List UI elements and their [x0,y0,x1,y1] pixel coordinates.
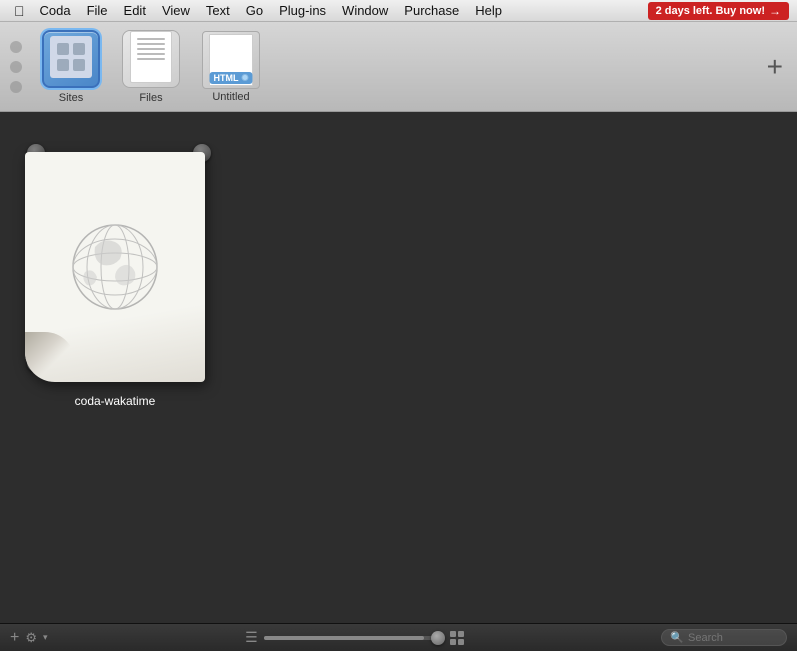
html-badge: HTML [210,72,253,84]
traffic-light-expand [10,81,22,93]
grid-cell-3 [450,639,456,645]
menu-text[interactable]: Text [199,2,237,19]
grid-view-icon[interactable] [450,631,464,645]
plugin-item[interactable]: coda-wakatime [40,142,190,408]
grid-cell-2 [458,631,464,637]
plugin-name-label: coda-wakatime [75,394,156,408]
tab-untitled[interactable]: HTML Untitled [196,31,266,103]
menu-file[interactable]: File [80,2,115,19]
toolbar: Sites Files HTML Untitled + [0,22,797,112]
menu-help[interactable]: Help [468,2,509,19]
bottom-bar: + ⚙ ▾ ☰ 🔍 [0,623,797,651]
bottom-list-icon[interactable]: ☰ [245,629,258,646]
files-line-3 [137,48,165,50]
bottom-add-button[interactable]: + [10,630,19,646]
sites-grid-svg [56,42,86,72]
bottom-center-controls: ☰ [54,629,656,646]
menu-coda[interactable]: Coda [33,2,78,19]
files-line-2 [137,43,165,45]
traffic-lights [10,41,22,93]
html-close-dot [242,74,249,81]
menu-edit[interactable]: Edit [117,2,153,19]
bottom-gear-button[interactable]: ⚙ [25,630,37,646]
files-tab-label: Files [139,92,162,104]
zoom-slider-thumb[interactable] [431,631,445,645]
trial-text: 2 days left. Buy now! [656,5,765,17]
menu-go[interactable]: Go [239,2,270,19]
sites-tab-icon [42,30,100,88]
search-icon: 🔍 [670,631,684,644]
trial-arrow-icon: → [769,4,781,18]
globe-icon [65,217,165,317]
search-box[interactable]: 🔍 [661,629,787,646]
main-content: coda-wakatime [0,112,797,623]
menu-bar:  Coda File Edit View Text Go Plug-ins W… [0,0,797,22]
zoom-slider-fill [264,636,424,640]
files-line-1 [137,38,165,40]
html-tab-icon: HTML [202,31,260,89]
plugin-icon-wrap [15,142,215,382]
menu-window[interactable]: Window [335,2,395,19]
grid-cell-4 [458,639,464,645]
files-inner-icon [130,31,172,83]
sites-tab-label: Sites [59,92,83,104]
add-tab-button[interactable]: + [767,53,783,81]
files-tab-icon [122,30,180,88]
search-input[interactable] [688,632,778,644]
menu-plugins[interactable]: Plug-ins [272,2,333,19]
traffic-light-minimize [10,61,22,73]
files-line-5 [137,58,165,60]
menu-purchase[interactable]: Purchase [397,2,466,19]
apple-menu[interactable]:  [8,3,31,19]
html-badge-text: HTML [214,73,239,83]
html-tab-label: Untitled [212,91,249,103]
zoom-slider-track[interactable] [264,636,444,640]
traffic-light-close [10,41,22,53]
tab-files[interactable]: Files [116,30,186,104]
bottom-gear-arrow-icon[interactable]: ▾ [43,632,48,643]
plugin-document [25,152,205,382]
sites-inner-icon [50,36,92,78]
menu-view[interactable]: View [155,2,197,19]
trial-badge[interactable]: 2 days left. Buy now! → [648,2,789,20]
files-line-4 [137,53,165,55]
grid-cell-1 [450,631,456,637]
tab-sites[interactable]: Sites [36,30,106,104]
